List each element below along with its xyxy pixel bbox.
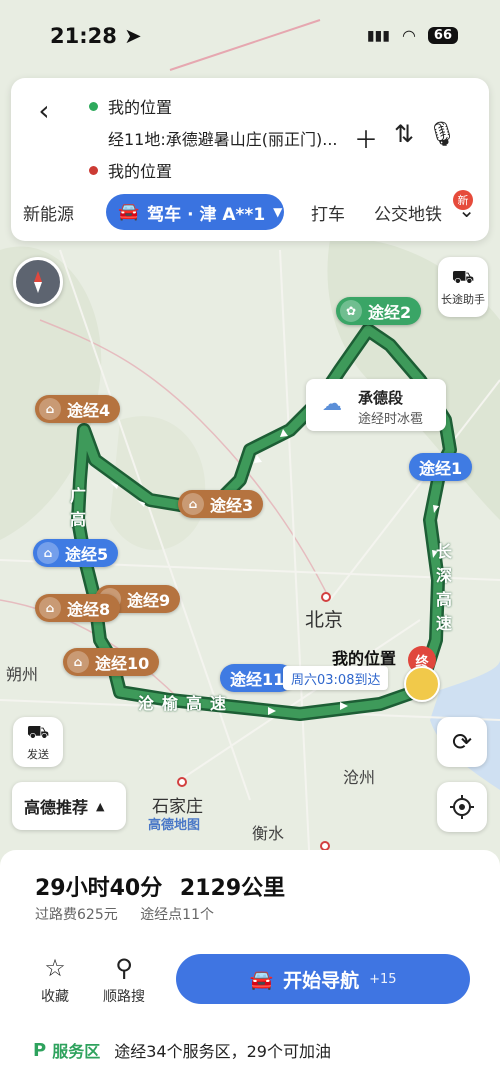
waypoint-5-tag[interactable]: ⌂ 途经5	[33, 539, 119, 567]
search-icon: ⚲	[115, 954, 133, 982]
location-arrow-icon: ➤	[124, 24, 142, 48]
tab-taxi[interactable]: 打车	[311, 200, 345, 225]
waypoint-10-tag[interactable]: ⌂ 途经10	[63, 648, 160, 676]
locate-button[interactable]	[437, 782, 487, 832]
send-to-car-button[interactable]: ⛟ 发送	[13, 717, 63, 767]
chevron-left-icon: ‹	[38, 93, 50, 127]
star-icon: ☆	[44, 954, 66, 982]
route-meta: 过路费625元 途经点11个	[35, 907, 215, 923]
add-stop-button[interactable]: ＋	[351, 120, 381, 155]
waypoint-2-tag[interactable]: ✿ 途经2	[336, 297, 422, 325]
amap-logo: 高德地图	[148, 818, 201, 833]
car-icon: 🚘	[249, 968, 274, 991]
car-send-icon: ⛟	[26, 722, 50, 743]
temple-icon: ⌂	[39, 597, 61, 619]
waypoint-1-tag[interactable]: 途经1	[409, 453, 473, 481]
city-label-beijing: 北京	[305, 609, 344, 631]
via-row[interactable]: 经11地:承德避暑山庄(丽正门)...	[89, 126, 338, 150]
origin-dot	[89, 101, 98, 111]
start-navigation-button[interactable]: 🚘 开始导航 +15	[176, 954, 470, 1004]
hail-icon: ☁	[322, 391, 342, 415]
origin-row[interactable]: 我的位置	[89, 94, 172, 118]
compass-button[interactable]	[13, 257, 63, 307]
destination-dot	[89, 165, 98, 175]
refresh-icon: ⟳	[451, 728, 473, 756]
temple-icon: ⌂	[39, 398, 61, 420]
route-summary-panel: 29小时40分 2129公里 过路费625元 途经点11个 ☆ 收藏 ⚲ 顺路搜…	[0, 850, 500, 1070]
locate-icon	[450, 795, 474, 819]
temple-icon: ⌂	[67, 651, 89, 673]
swap-icon: ⇅	[393, 120, 415, 148]
parking-icon: P	[33, 1039, 47, 1061]
battery-indicator: 66	[427, 27, 458, 44]
chevron-down-icon: ▼	[273, 205, 283, 219]
waypoint-4-tag[interactable]: ⌂ 途经4	[35, 395, 121, 423]
route-summary: 29小时40分 2129公里	[35, 876, 286, 901]
temple-icon: ⌂	[182, 493, 204, 515]
leaf-icon: ✿	[340, 300, 362, 322]
road-label-cangyu: 沧榆高速	[138, 694, 235, 713]
favorite-button[interactable]: ☆ 收藏	[25, 954, 85, 1006]
back-button[interactable]: ‹	[29, 92, 59, 128]
tab-new-energy[interactable]: 新能源	[23, 200, 74, 225]
new-badge: 新	[453, 190, 473, 210]
status-time: 21:28 ➤	[50, 24, 142, 48]
weather-warning-popup[interactable]: ☁ 承德段 途经时冰雹	[306, 379, 446, 431]
triangle-up-icon: ▲	[96, 799, 105, 813]
status-bar: 21:28 ➤ ▮▮▮ ◠ 66	[0, 0, 500, 70]
road-label-guang: 广高	[70, 486, 87, 529]
waypoint-3-tag[interactable]: ⌂ 途经3	[178, 490, 264, 518]
waypoint-8-tag[interactable]: ⌂ 途经8	[35, 594, 121, 622]
voice-button[interactable]: 🎙	[427, 120, 457, 148]
service-area-info[interactable]: P 服务区 途经34个服务区，29个可加油	[33, 1038, 331, 1062]
route-search-card: ‹ 我的位置 经11地:承德避暑山庄(丽正门)... 我的位置 ＋ ⇅ 🎙 新能…	[11, 78, 489, 241]
refresh-route-button[interactable]: ⟳	[437, 717, 487, 767]
city-label-shuozhou: 朔州	[6, 665, 39, 684]
wifi-icon: ◠	[401, 26, 416, 45]
more-modes-button[interactable]: ⌄ 新	[453, 190, 475, 222]
temple-icon: ⌂	[37, 542, 59, 564]
tab-transit[interactable]: 公交地铁	[374, 200, 454, 225]
microphone-icon: 🎙	[427, 120, 458, 148]
car-flag-icon: ⛟	[451, 267, 475, 288]
city-label-hengshui: 衡水	[252, 824, 285, 843]
compass-needle-icon	[34, 271, 42, 293]
travel-mode-tabs: 新能源 🚘 驾车 · 津 A**1 ▼ 打车 公交地铁 ⌄ 新	[11, 190, 489, 232]
city-label-cangzhou: 沧州	[343, 768, 376, 787]
plus-icon: ＋	[354, 126, 378, 154]
arrival-time-tag: 周六03:08到达	[283, 666, 389, 690]
user-avatar[interactable]	[404, 666, 440, 702]
destination-row[interactable]: 我的位置	[89, 158, 172, 182]
swap-button[interactable]: ⇅	[389, 120, 419, 148]
signal-icon: ▮▮▮	[366, 27, 390, 44]
along-search-button[interactable]: ⚲ 顺路搜	[94, 954, 154, 1006]
road-label-changshen: 长深高速	[436, 542, 453, 633]
recommend-dropdown[interactable]: 高德推荐 ▲	[12, 782, 126, 830]
car-icon: 🚘	[118, 202, 140, 222]
long-trip-helper-button[interactable]: ⛟ 长途助手	[438, 257, 488, 317]
tab-drive[interactable]: 🚘 驾车 · 津 A**1 ▼	[106, 194, 284, 230]
my-location-label: 我的位置	[332, 649, 397, 668]
